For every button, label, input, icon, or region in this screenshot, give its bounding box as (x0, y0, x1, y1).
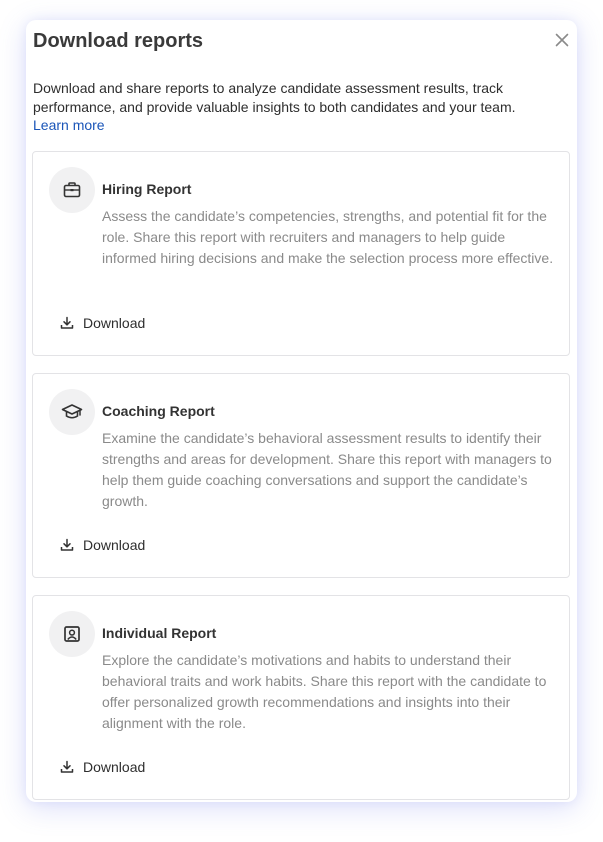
report-card-coaching: Coaching Report Examine the candidate’s … (32, 373, 570, 578)
report-title: Coaching Report (102, 403, 215, 419)
graduation-cap-icon (49, 389, 95, 435)
report-description: Assess the candidate’s competencies, str… (102, 208, 554, 266)
dialog-title: Download reports (33, 30, 204, 52)
download-button-coaching[interactable]: Download (60, 537, 145, 553)
download-label: Download (83, 759, 146, 775)
download-button-individual[interactable]: Download (60, 759, 145, 775)
dialog-intro: Download and share reports to analyze ca… (33, 79, 533, 135)
report-description: Explore the candidate’s motivations and … (102, 652, 547, 731)
report-description: Examine the candidate’s behavioral asses… (102, 430, 552, 509)
download-icon (60, 760, 74, 774)
briefcase-icon (49, 167, 95, 213)
download-icon (60, 538, 74, 552)
person-badge-icon (49, 611, 95, 657)
report-title: Hiring Report (102, 181, 192, 197)
download-label: Download (83, 315, 146, 331)
download-label: Download (83, 537, 146, 553)
report-card-individual: Individual Report Explore the candidate’… (32, 595, 570, 800)
report-title: Individual Report (102, 625, 217, 641)
download-button-hiring[interactable]: Download (60, 315, 145, 331)
download-reports-dialog: Download reports Download and share repo… (26, 20, 577, 802)
download-icon (60, 316, 74, 330)
intro-text: Download and share reports to analyze ca… (33, 80, 516, 115)
report-card-hiring: Hiring Report Assess the candidate’s com… (32, 151, 570, 356)
close-icon[interactable] (553, 31, 571, 49)
learn-more-link[interactable]: Learn more (33, 116, 105, 135)
